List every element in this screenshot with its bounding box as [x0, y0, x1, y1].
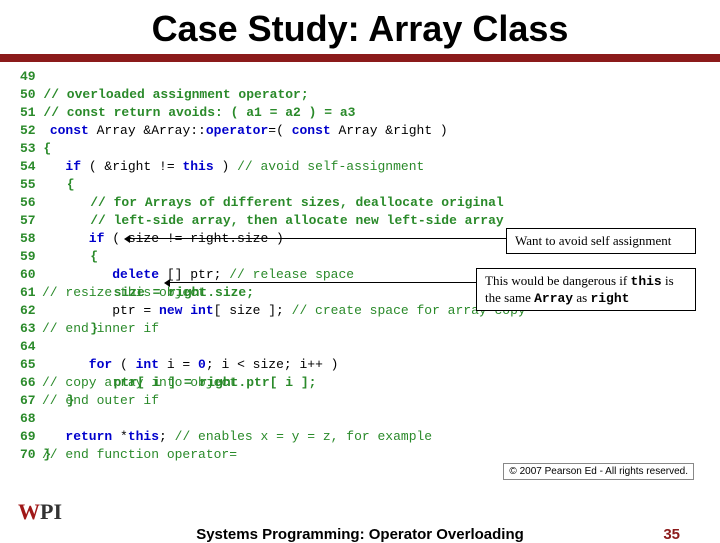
code-line: 55 { — [20, 176, 700, 194]
code-line: 66 ptr[ i ] = right.ptr[ i ]; // copy ar… — [20, 374, 700, 392]
callout-arrow — [130, 238, 506, 239]
code-line: 70 } // end function operator= — [20, 446, 700, 464]
code-line: 49 — [20, 68, 700, 86]
code-line: 52 const Array &Array::operator=( const … — [20, 122, 700, 140]
code-line: 51 // const return avoids: ( a1 = a2 ) =… — [20, 104, 700, 122]
code-line: 63 } // end inner if — [20, 320, 700, 338]
code-block: 49 50 // overloaded assignment operator;… — [0, 62, 720, 464]
code-line: 67 } // end outer if — [20, 392, 700, 410]
code-line: 54 if ( &right != this ) // avoid self-a… — [20, 158, 700, 176]
svg-text:PI: PI — [40, 499, 62, 524]
svg-text:W: W — [18, 499, 40, 524]
code-line: 50 // overloaded assignment operator; — [20, 86, 700, 104]
page-number: 35 — [663, 526, 680, 543]
callout-arrow — [170, 282, 478, 283]
code-line: 68 — [20, 410, 700, 428]
slide-title: Case Study: Array Class — [0, 0, 720, 62]
code-line: 64 — [20, 338, 700, 356]
annotation-dangerous: This would be dangerous if this is the s… — [476, 268, 696, 311]
code-line: 56 // for Arrays of different sizes, dea… — [20, 194, 700, 212]
code-line: 69 return *this; // enables x = y = z, f… — [20, 428, 700, 446]
code-line: 65 for ( int i = 0; i < size; i++ ) — [20, 356, 700, 374]
copyright-notice: © 2007 Pearson Ed - All rights reserved. — [503, 463, 694, 480]
code-line: 53 { — [20, 140, 700, 158]
annotation-self-assignment: Want to avoid self assignment — [506, 228, 696, 254]
footer-text: Systems Programming: Operator Overloadin… — [0, 526, 720, 543]
